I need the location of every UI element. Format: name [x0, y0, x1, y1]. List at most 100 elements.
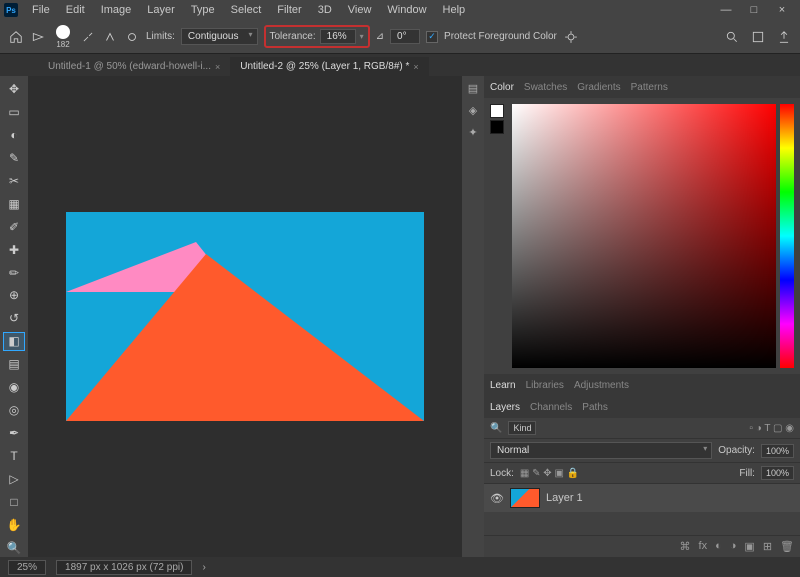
- layer-name[interactable]: Layer 1: [546, 492, 583, 504]
- brush-panel-icon[interactable]: [102, 29, 118, 45]
- lasso-tool[interactable]: ◐: [3, 126, 25, 145]
- learn-panel-tabs: Learn Libraries Adjustments: [484, 374, 800, 396]
- doc-tab-1[interactable]: Untitled-1 @ 50% (edward-howell-i...×: [38, 57, 230, 76]
- tab-patterns[interactable]: Patterns: [631, 82, 668, 93]
- zoom-tool[interactable]: 🔍: [3, 538, 25, 557]
- menu-filter[interactable]: Filter: [269, 2, 309, 18]
- maximize-button[interactable]: □: [740, 1, 768, 19]
- pen-tool[interactable]: ✒: [3, 424, 25, 443]
- menu-window[interactable]: Window: [379, 2, 434, 18]
- layer-row[interactable]: 👁 Layer 1: [484, 484, 800, 512]
- share-icon[interactable]: [776, 29, 792, 45]
- tolerance-label: Tolerance:: [270, 31, 316, 42]
- stamp-tool[interactable]: ⊕: [3, 286, 25, 305]
- adjustment-icon[interactable]: ◑: [730, 540, 737, 553]
- menu-layer[interactable]: Layer: [139, 2, 183, 18]
- marquee-tool[interactable]: ▭: [3, 103, 25, 122]
- tab-paths[interactable]: Paths: [582, 402, 608, 413]
- fill-input[interactable]: 100%: [761, 466, 794, 480]
- protect-checkbox[interactable]: ✓: [426, 31, 438, 43]
- frame-tool[interactable]: ▦: [3, 194, 25, 213]
- fx-icon[interactable]: fx: [699, 540, 708, 553]
- menu-view[interactable]: View: [340, 2, 380, 18]
- color-panel: [484, 98, 800, 374]
- quick-select-tool[interactable]: ✎: [3, 149, 25, 168]
- history-icon[interactable]: ▤: [465, 80, 481, 96]
- folder-icon[interactable]: ▣: [744, 540, 754, 553]
- sampling-icon[interactable]: [563, 29, 579, 45]
- doc-tabs: Untitled-1 @ 50% (edward-howell-i...× Un…: [0, 54, 800, 76]
- zoom-level[interactable]: 25%: [8, 560, 46, 575]
- tab-color[interactable]: Color: [490, 82, 514, 93]
- close-button[interactable]: ×: [768, 1, 796, 19]
- canvas-area[interactable]: [28, 76, 462, 557]
- move-tool[interactable]: ✥: [3, 80, 25, 99]
- tab-channels[interactable]: Channels: [530, 402, 572, 413]
- menu-help[interactable]: Help: [435, 2, 474, 18]
- tab-learn[interactable]: Learn: [490, 380, 516, 391]
- gradient-tool[interactable]: ▤: [3, 355, 25, 374]
- workspace-icon[interactable]: [750, 29, 766, 45]
- history-brush-tool[interactable]: ↺: [3, 309, 25, 328]
- minimize-button[interactable]: —: [712, 1, 740, 19]
- search-icon[interactable]: [724, 29, 740, 45]
- opacity-input[interactable]: 100%: [761, 444, 794, 458]
- blur-tool[interactable]: ◉: [3, 378, 25, 397]
- options-bar: 182 Limits: Contiguous Tolerance: 16% ▾ …: [0, 20, 800, 54]
- tab-layers[interactable]: Layers: [490, 402, 520, 413]
- heal-tool[interactable]: ✚: [3, 240, 25, 259]
- mask-icon[interactable]: ◐: [715, 540, 722, 553]
- close-icon[interactable]: ×: [215, 62, 220, 72]
- tab-swatches[interactable]: Swatches: [524, 82, 567, 93]
- hue-slider[interactable]: [780, 104, 794, 368]
- chevron-right-icon[interactable]: ›: [202, 562, 205, 573]
- doc-dimensions[interactable]: 1897 px x 1026 px (72 ppi): [56, 560, 192, 575]
- type-tool[interactable]: T: [3, 447, 25, 466]
- shape-tool[interactable]: □: [3, 492, 25, 511]
- tab-label: Untitled-2 @ 25% (Layer 1, RGB/8#) *: [240, 61, 409, 72]
- menu-image[interactable]: Image: [93, 2, 140, 18]
- chevron-down-icon[interactable]: ▾: [360, 32, 364, 41]
- tab-adjustments[interactable]: Adjustments: [574, 380, 629, 391]
- menu-edit[interactable]: Edit: [58, 2, 93, 18]
- color-picker[interactable]: [512, 104, 776, 368]
- menu-type[interactable]: Type: [183, 2, 223, 18]
- brush-preview[interactable]: 182: [56, 25, 70, 49]
- eyedropper-tool[interactable]: ✐: [3, 217, 25, 236]
- eraser-tool[interactable]: ◧: [3, 332, 25, 351]
- limits-select[interactable]: Contiguous: [181, 28, 258, 45]
- angle-input[interactable]: 0°: [390, 29, 420, 44]
- background-swatch[interactable]: [490, 120, 504, 134]
- home-icon[interactable]: [8, 29, 24, 45]
- foreground-swatch[interactable]: [490, 104, 504, 118]
- artboard: [66, 212, 424, 421]
- menu-select[interactable]: Select: [223, 2, 270, 18]
- crop-tool[interactable]: ✂: [3, 172, 25, 191]
- menu-file[interactable]: File: [24, 2, 58, 18]
- close-icon[interactable]: ×: [413, 62, 418, 72]
- dodge-tool[interactable]: ◎: [3, 401, 25, 420]
- tolerance-input[interactable]: 16%: [320, 29, 356, 44]
- kind-filter[interactable]: Kind: [508, 421, 536, 435]
- new-layer-icon[interactable]: ⊞: [763, 540, 772, 553]
- layer-thumbnail[interactable]: [510, 488, 540, 508]
- opacity-label: Opacity:: [718, 445, 755, 456]
- doc-tab-2[interactable]: Untitled-2 @ 25% (Layer 1, RGB/8#) * ×: [230, 57, 428, 76]
- visibility-icon[interactable]: 👁: [490, 492, 504, 505]
- path-tool[interactable]: ▷: [3, 469, 25, 488]
- tab-libraries[interactable]: Libraries: [526, 380, 564, 391]
- brush-settings-icon[interactable]: [80, 29, 96, 45]
- collapsed-panels: ▤ ◈ ✦: [462, 76, 484, 557]
- blend-mode-select[interactable]: Normal: [490, 442, 712, 459]
- hand-tool[interactable]: ✋: [3, 515, 25, 534]
- lock-label: Lock:: [490, 468, 514, 479]
- trash-icon[interactable]: 🗑: [780, 540, 794, 553]
- menu-3d[interactable]: 3D: [310, 2, 340, 18]
- info-icon[interactable]: ✦: [465, 124, 481, 140]
- brush-angle-icon[interactable]: [124, 29, 140, 45]
- properties-icon[interactable]: ◈: [465, 102, 481, 118]
- tab-gradients[interactable]: Gradients: [577, 82, 620, 93]
- link-icon[interactable]: ⌘: [680, 540, 691, 553]
- brush-tool[interactable]: ✏: [3, 263, 25, 282]
- tool-preset-icon[interactable]: [30, 29, 46, 45]
